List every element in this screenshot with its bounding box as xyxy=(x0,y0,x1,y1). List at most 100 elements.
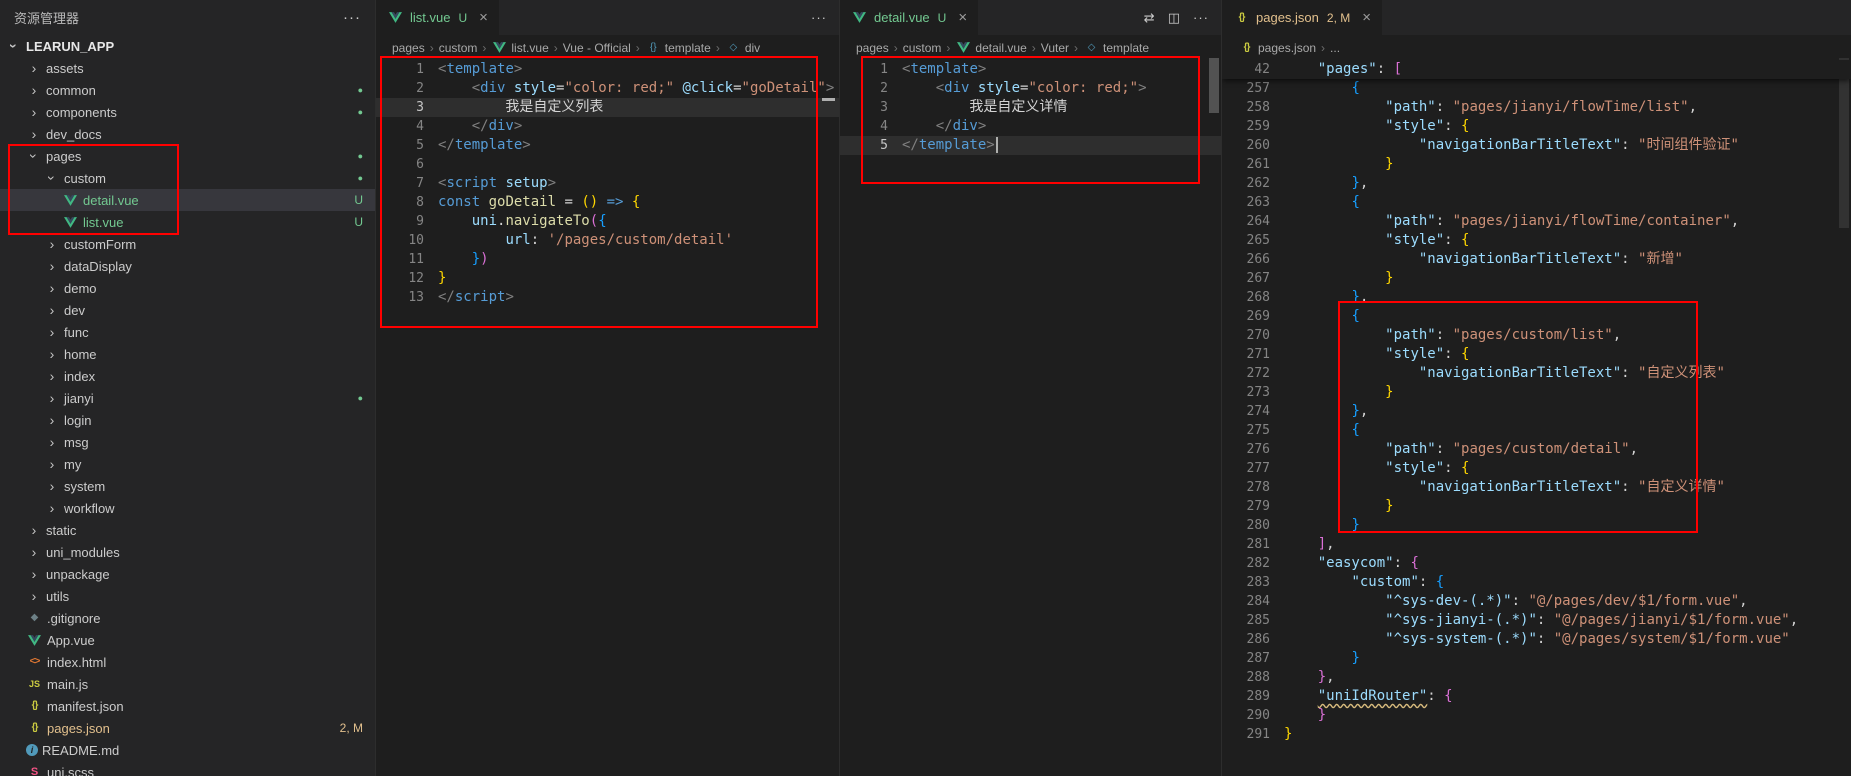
more-actions-icon[interactable]: ··· xyxy=(1193,10,1209,25)
code-area[interactable]: 1<template>2 <div style="color: red;" @c… xyxy=(376,60,839,776)
tree-item-jianyi[interactable]: ›jianyi● xyxy=(0,387,375,409)
code-line[interactable]: 264 "path": "pages/jianyi/flowTime/conta… xyxy=(1222,212,1851,231)
tree-item-App.vue[interactable]: App.vue xyxy=(0,629,375,651)
code-line[interactable]: 263 { xyxy=(1222,193,1851,212)
code-line[interactable]: 279 } xyxy=(1222,497,1851,516)
scrollbar-thumb[interactable] xyxy=(1209,58,1219,113)
close-icon[interactable]: × xyxy=(958,9,967,26)
code-line[interactable]: 8const goDetail = () => { xyxy=(376,193,839,212)
breadcrumb-item-Vue - Official[interactable]: Vue - Official xyxy=(563,41,631,55)
breadcrumb-item-pages.json[interactable]: {}pages.json xyxy=(1238,41,1316,55)
tree-item-home[interactable]: ›home xyxy=(0,343,375,365)
breadcrumb-item-pages[interactable]: pages xyxy=(856,41,889,55)
code-line[interactable]: 284 "^sys-dev-(.*)": "@/pages/dev/$1/for… xyxy=(1222,592,1851,611)
code-line[interactable]: 280 } xyxy=(1222,516,1851,535)
code-line[interactable]: 261 } xyxy=(1222,155,1851,174)
breadcrumb-item-...[interactable]: ... xyxy=(1330,41,1340,55)
tree-item-utils[interactable]: ›utils xyxy=(0,585,375,607)
code-line[interactable]: 262 }, xyxy=(1222,174,1851,193)
tree-item-msg[interactable]: ›msg xyxy=(0,431,375,453)
code-line[interactable]: 5</template> xyxy=(376,136,839,155)
code-line[interactable]: 3 我是自定义详情 xyxy=(840,98,1221,117)
breadcrumb-item-custom[interactable]: custom xyxy=(903,41,942,55)
code-line[interactable]: 288 }, xyxy=(1222,668,1851,687)
tree-item-static[interactable]: ›static xyxy=(0,519,375,541)
code-line[interactable]: 275 { xyxy=(1222,421,1851,440)
more-actions-icon[interactable]: ··· xyxy=(811,10,827,25)
tree-item-detail.vue[interactable]: detail.vueU xyxy=(0,189,375,211)
tab-pages.json[interactable]: {}pages.json2, M× xyxy=(1222,0,1382,35)
code-line[interactable]: 260 "navigationBarTitleText": "时间组件验证" xyxy=(1222,136,1851,155)
split-editor-icon[interactable]: ◫ xyxy=(1168,10,1181,26)
code-line[interactable]: 13</script> xyxy=(376,288,839,307)
breadcrumb-item-template[interactable]: {}template xyxy=(645,41,711,55)
code-line[interactable]: 266 "navigationBarTitleText": "新增" xyxy=(1222,250,1851,269)
code-line[interactable]: 273 } xyxy=(1222,383,1851,402)
code-line[interactable]: 258 "path": "pages/jianyi/flowTime/list"… xyxy=(1222,98,1851,117)
tree-item-index.html[interactable]: <>index.html xyxy=(0,651,375,673)
sticky-scroll-line[interactable]: 42 "pages": [ xyxy=(1222,60,1851,79)
tree-item-workflow[interactable]: ›workflow xyxy=(0,497,375,519)
tree-root-learun-app[interactable]: › LEARUN_APP xyxy=(0,35,375,57)
code-line[interactable]: 268 }, xyxy=(1222,288,1851,307)
tree-item-components[interactable]: ›components● xyxy=(0,101,375,123)
code-line[interactable]: 286 "^sys-system-(.*)": "@/pages/system/… xyxy=(1222,630,1851,649)
tree-item-manifest.json[interactable]: {}manifest.json xyxy=(0,695,375,717)
code-line[interactable]: 6 xyxy=(376,155,839,174)
code-line[interactable]: 276 "path": "pages/custom/detail", xyxy=(1222,440,1851,459)
tree-item-index[interactable]: ›index xyxy=(0,365,375,387)
breadcrumb-item-detail.vue[interactable]: detail.vue xyxy=(955,41,1026,55)
code-line[interactable]: 272 "navigationBarTitleText": "自定义列表" xyxy=(1222,364,1851,383)
code-line[interactable]: 278 "navigationBarTitleText": "自定义详情" xyxy=(1222,478,1851,497)
code-line[interactable]: 289 "uniIdRouter": { xyxy=(1222,687,1851,706)
more-actions-icon[interactable]: ··· xyxy=(343,9,361,26)
code-line[interactable]: 7<script setup> xyxy=(376,174,839,193)
code-line[interactable]: 269 { xyxy=(1222,307,1851,326)
tree-item-unpackage[interactable]: ›unpackage xyxy=(0,563,375,585)
breadcrumb-item-list.vue[interactable]: list.vue xyxy=(491,41,548,55)
code-line[interactable]: 285 "^sys-jianyi-(.*)": "@/pages/jianyi/… xyxy=(1222,611,1851,630)
code-line[interactable]: 281 ], xyxy=(1222,535,1851,554)
breadcrumb-item-pages[interactable]: pages xyxy=(392,41,425,55)
close-icon[interactable]: × xyxy=(1362,9,1371,26)
code-line[interactable]: 259 "style": { xyxy=(1222,117,1851,136)
code-line[interactable]: 2 <div style="color: red;" @click="goDet… xyxy=(376,79,839,98)
code-line[interactable]: 2 <div style="color: red;"> xyxy=(840,79,1221,98)
tree-item-system[interactable]: ›system xyxy=(0,475,375,497)
tree-item-main.js[interactable]: JSmain.js xyxy=(0,673,375,695)
tree-item-dev_docs[interactable]: ›dev_docs xyxy=(0,123,375,145)
tree-item-pages.json[interactable]: {}pages.json2, M xyxy=(0,717,375,739)
tree-item-custom[interactable]: ›custom● xyxy=(0,167,375,189)
code-line[interactable]: 1<template> xyxy=(840,60,1221,79)
code-line[interactable]: 10 url: '/pages/custom/detail' xyxy=(376,231,839,250)
tree-item-dev[interactable]: ›dev xyxy=(0,299,375,321)
tree-item-uni_modules[interactable]: ›uni_modules xyxy=(0,541,375,563)
code-line[interactable]: 12} xyxy=(376,269,839,288)
code-line[interactable]: 283 "custom": { xyxy=(1222,573,1851,592)
tree-item-login[interactable]: ›login xyxy=(0,409,375,431)
tree-item-uni.scss[interactable]: Suni.scss xyxy=(0,761,375,776)
code-line[interactable]: 3 我是自定义列表 xyxy=(376,98,839,117)
tree-item-dataDisplay[interactable]: ›dataDisplay xyxy=(0,255,375,277)
code-line[interactable]: 257 { xyxy=(1222,79,1851,98)
code-line[interactable]: 4 </div> xyxy=(840,117,1221,136)
code-area[interactable]: 42 "pages": [257 {258 "path": "pages/jia… xyxy=(1222,60,1851,776)
code-line[interactable]: 9 uni.navigateTo({ xyxy=(376,212,839,231)
code-area[interactable]: 1<template>2 <div style="color: red;">3 … xyxy=(840,60,1221,776)
tree-item-.gitignore[interactable]: ◆.gitignore xyxy=(0,607,375,629)
code-line[interactable]: 274 }, xyxy=(1222,402,1851,421)
code-line[interactable]: 290 } xyxy=(1222,706,1851,725)
code-line[interactable]: 271 "style": { xyxy=(1222,345,1851,364)
code-line[interactable]: 1<template> xyxy=(376,60,839,79)
breadcrumb-item-custom[interactable]: custom xyxy=(439,41,478,55)
code-line[interactable]: 267 } xyxy=(1222,269,1851,288)
close-icon[interactable]: × xyxy=(479,9,488,26)
tab-list.vue[interactable]: list.vueU× xyxy=(376,0,499,35)
tree-item-list.vue[interactable]: list.vueU xyxy=(0,211,375,233)
code-line[interactable]: 287 } xyxy=(1222,649,1851,668)
code-line[interactable]: 270 "path": "pages/custom/list", xyxy=(1222,326,1851,345)
tree-item-func[interactable]: ›func xyxy=(0,321,375,343)
breadcrumb-item-template[interactable]: ◇template xyxy=(1083,41,1149,55)
tab-detail.vue[interactable]: detail.vueU× xyxy=(840,0,978,35)
tree-item-assets[interactable]: ›assets xyxy=(0,57,375,79)
